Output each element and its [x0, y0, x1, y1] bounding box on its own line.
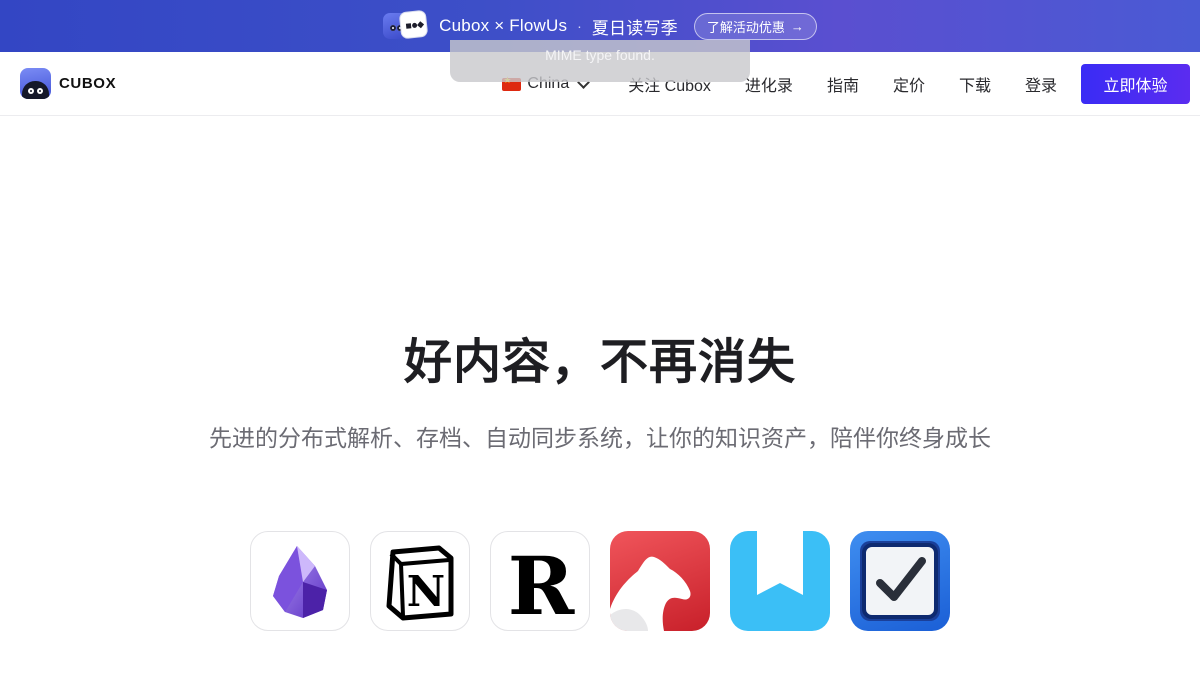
promo-cta-button[interactable]: 了解活动优惠 →: [693, 12, 817, 40]
nav-link-pricing[interactable]: 定价: [893, 72, 925, 96]
try-now-button[interactable]: 立即体验: [1081, 64, 1190, 104]
brand-name: CUBOX: [59, 75, 117, 92]
bear-icon[interactable]: [610, 531, 710, 631]
hero-subtitle: 先进的分布式解析、存档、自动同步系统，让你的知识资产，陪伴你终身成长: [209, 425, 991, 451]
brand-logo-link[interactable]: CUBOX: [20, 68, 116, 99]
things-icon[interactable]: [850, 531, 950, 631]
promo-logos: [383, 9, 429, 41]
arrow-right-icon: →: [790, 18, 804, 34]
promo-title: Cubox × FlowUs: [439, 16, 568, 35]
hero-title: 好内容，不再消失: [403, 336, 796, 389]
nav-link-download[interactable]: 下载: [959, 72, 991, 96]
nav-link-changelog[interactable]: 进化录: [745, 72, 793, 96]
promo-cta-label: 了解活动优惠: [706, 19, 785, 35]
promo-separator: ·: [577, 18, 582, 34]
toast-message: MIME type found.: [450, 40, 750, 82]
notion-icon[interactable]: N: [370, 531, 470, 631]
integrations-row: N R: [250, 531, 950, 631]
svg-text:N: N: [407, 567, 445, 616]
cubox-logo-icon: [20, 68, 51, 99]
promo-subtitle: 夏日读写季: [591, 18, 678, 38]
svg-text:R: R: [508, 539, 575, 631]
obsidian-icon[interactable]: [250, 531, 350, 631]
day-one-icon[interactable]: [730, 531, 830, 631]
nav-link-guide[interactable]: 指南: [827, 72, 859, 96]
readwise-icon[interactable]: R: [490, 531, 590, 631]
nav-link-login[interactable]: 登录: [1025, 72, 1057, 96]
flowus-logo-icon: [398, 9, 429, 40]
